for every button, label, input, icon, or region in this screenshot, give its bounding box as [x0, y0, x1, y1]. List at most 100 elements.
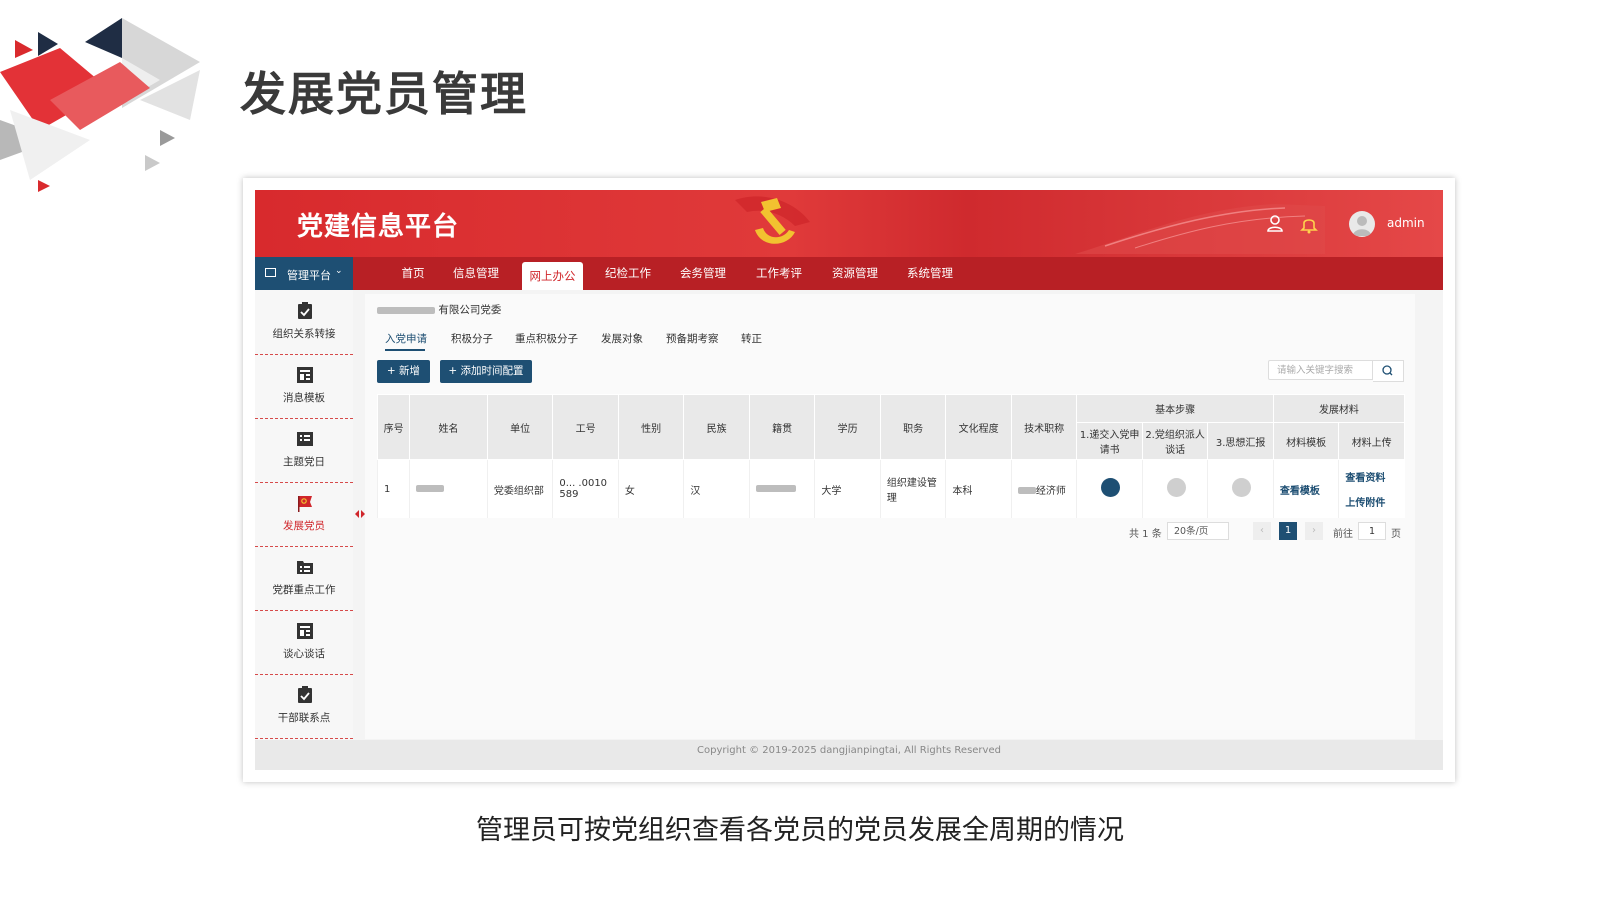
cell-step-1 [1076, 459, 1143, 518]
blurred-text [1017, 487, 1036, 494]
col-header: 职务 [879, 394, 947, 460]
cell-index: 1 [376, 459, 410, 518]
sidebar-item-label: 干部联系点 [277, 712, 331, 724]
table-header-row: 序号 姓名 单位 工号 性别 民族 籍贯 学历 职务 文化程度 技术职称 基本步… [376, 394, 1406, 460]
app-window: 党建信息平台 admin 管理平台 ⌄ 首页 信息管理 网上办公 纪检工作 会务… [255, 190, 1443, 770]
col-header: 1.递交入党申请书 [1076, 422, 1143, 460]
view-materials-link[interactable]: 查看资料 [1345, 469, 1404, 484]
clipboard-check-icon [298, 302, 312, 319]
sidebar-item-label: 消息模板 [283, 392, 325, 404]
nav-item-resources[interactable]: 资源管理 [830, 257, 880, 290]
footer-copyright: Copyright © 2019-2025 dangjianpingtai, A… [255, 740, 1443, 770]
step-status-dot[interactable] [1232, 478, 1252, 497]
sidebar-item-transfer[interactable]: 组织关系转接 [255, 290, 353, 355]
step-status-dot[interactable] [1166, 478, 1186, 497]
nav-item-evaluation[interactable]: 工作考评 [754, 257, 804, 290]
cell-step-2 [1141, 459, 1208, 518]
slide-title: 发展党员管理 [240, 67, 528, 121]
user-icon[interactable] [1265, 214, 1285, 234]
header-banner: 党建信息平台 admin [255, 190, 1443, 257]
current-page[interactable]: 1 [1279, 522, 1297, 540]
search-input[interactable]: 请输入关键字搜索 [1268, 360, 1373, 380]
blurred-text [377, 306, 435, 314]
sidebar-item-label: 谈心谈话 [283, 648, 325, 660]
decorative-triangles [0, 18, 200, 192]
active-tab-indicator [385, 349, 425, 351]
col-header: 2.党组织派人谈话 [1141, 422, 1209, 460]
train-illustration [1075, 204, 1325, 254]
platform-icon [265, 268, 276, 277]
page-unit: 页 [1391, 529, 1401, 540]
col-header: 技术职称 [1010, 394, 1078, 460]
platform-label: 管理平台 [287, 269, 331, 282]
nav-item-discipline[interactable]: 纪检工作 [603, 257, 653, 290]
sidebar-item-develop-members[interactable]: 发展党员 [255, 482, 353, 547]
blurred-text [755, 485, 796, 492]
prev-page-button[interactable]: ‹ [1253, 522, 1271, 540]
col-header: 工号 [552, 394, 619, 460]
sidebar-item-cadre-contact[interactable]: 干部联系点 [255, 674, 353, 739]
slide-caption: 管理员可按党组织查看各党员的党员发展全周期的情况 [476, 815, 1124, 846]
tab-activists[interactable]: 积极分子 [451, 331, 493, 346]
upload-attachment-link[interactable]: 上传附件 [1345, 494, 1404, 509]
group-header-materials: 发展材料 [1272, 394, 1406, 423]
nav-item-home[interactable]: 首页 [395, 257, 431, 290]
nav-item-office[interactable]: 网上办公 [522, 262, 583, 290]
sidebar: 组织关系转接 消息模板 主题党日 发展党员 党群重点工作 谈心谈话 干部联系点 [255, 290, 353, 740]
cell-name [409, 459, 488, 518]
tech-title-text: 经济师 [1035, 485, 1066, 497]
col-header: 性别 [617, 394, 685, 460]
goto-label: 前往 [1333, 529, 1353, 540]
members-table: 序号 姓名 单位 工号 性别 民族 籍贯 学历 职务 文化程度 技术职称 基本步… [376, 394, 1406, 518]
cell-hometown [748, 459, 815, 518]
add-time-config-button[interactable]: + 添加时间配置 [440, 360, 532, 383]
total-count: 共 1 条 [1129, 529, 1162, 540]
cell-job-no: 0... .0010 589 [552, 459, 619, 518]
goto-page-input[interactable]: 1 [1358, 522, 1386, 540]
party-emblem-icon [735, 196, 810, 244]
nav-item-system[interactable]: 系统管理 [905, 257, 955, 290]
col-header: 序号 [376, 394, 411, 460]
brand-title: 党建信息平台 [297, 212, 460, 242]
col-header: 材料上传 [1338, 422, 1405, 460]
platform-switcher[interactable]: 管理平台 ⌄ [255, 257, 353, 290]
col-header: 文化程度 [945, 394, 1012, 460]
col-header: 学历 [814, 394, 881, 460]
tab-development-targets[interactable]: 发展对象 [601, 331, 643, 346]
col-header: 材料模板 [1272, 422, 1340, 460]
tab-application[interactable]: 入党申请 [385, 331, 427, 346]
cell-unit: 党委组织部 [486, 459, 553, 518]
tab-regularization[interactable]: 转正 [741, 331, 762, 346]
cell-step-3 [1207, 459, 1274, 518]
view-template-link[interactable]: 查看模板 [1280, 486, 1320, 497]
sidebar-item-templates[interactable]: 消息模板 [255, 354, 353, 419]
step-status-dot[interactable] [1101, 478, 1121, 497]
page-size-select[interactable]: 20条/页 [1167, 522, 1229, 540]
template-icon [297, 623, 313, 639]
next-page-button[interactable]: › [1305, 522, 1323, 540]
col-header: 民族 [683, 394, 750, 460]
chevron-down-icon: ⌄ [335, 266, 343, 276]
cell-tech-title: 经济师 [1010, 459, 1077, 518]
cell-ethnicity: 汉 [683, 459, 750, 518]
tab-probation[interactable]: 预备期考察 [666, 331, 719, 346]
sidebar-item-theme-day[interactable]: 主题党日 [255, 418, 353, 483]
screenshot-frame: 党建信息平台 admin 管理平台 ⌄ 首页 信息管理 网上办公 纪检工作 会务… [243, 178, 1455, 782]
cell-upload: 查看资料 上传附件 [1338, 459, 1405, 518]
bell-icon[interactable] [1299, 214, 1319, 234]
username-label[interactable]: admin [1387, 216, 1425, 230]
search-button[interactable] [1373, 360, 1404, 382]
nav-item-info[interactable]: 信息管理 [451, 257, 501, 290]
nav-item-meetings[interactable]: 会务管理 [678, 257, 728, 290]
breadcrumb: 有限公司党委 [377, 302, 501, 317]
top-nav: 管理平台 ⌄ 首页 信息管理 网上办公 纪检工作 会务管理 工作考评 资源管理 … [255, 257, 1443, 290]
add-button[interactable]: + 新增 [377, 360, 430, 383]
sidebar-item-key-work[interactable]: 党群重点工作 [255, 546, 353, 611]
col-header: 姓名 [409, 394, 488, 460]
sidebar-item-label: 发展党员 [283, 520, 325, 532]
tab-key-activists[interactable]: 重点积极分子 [515, 331, 578, 346]
col-header: 单位 [486, 394, 554, 460]
avatar-icon[interactable] [1349, 211, 1375, 237]
group-header-steps: 基本步骤 [1076, 394, 1274, 423]
sidebar-item-heart-talk[interactable]: 谈心谈话 [255, 610, 353, 675]
